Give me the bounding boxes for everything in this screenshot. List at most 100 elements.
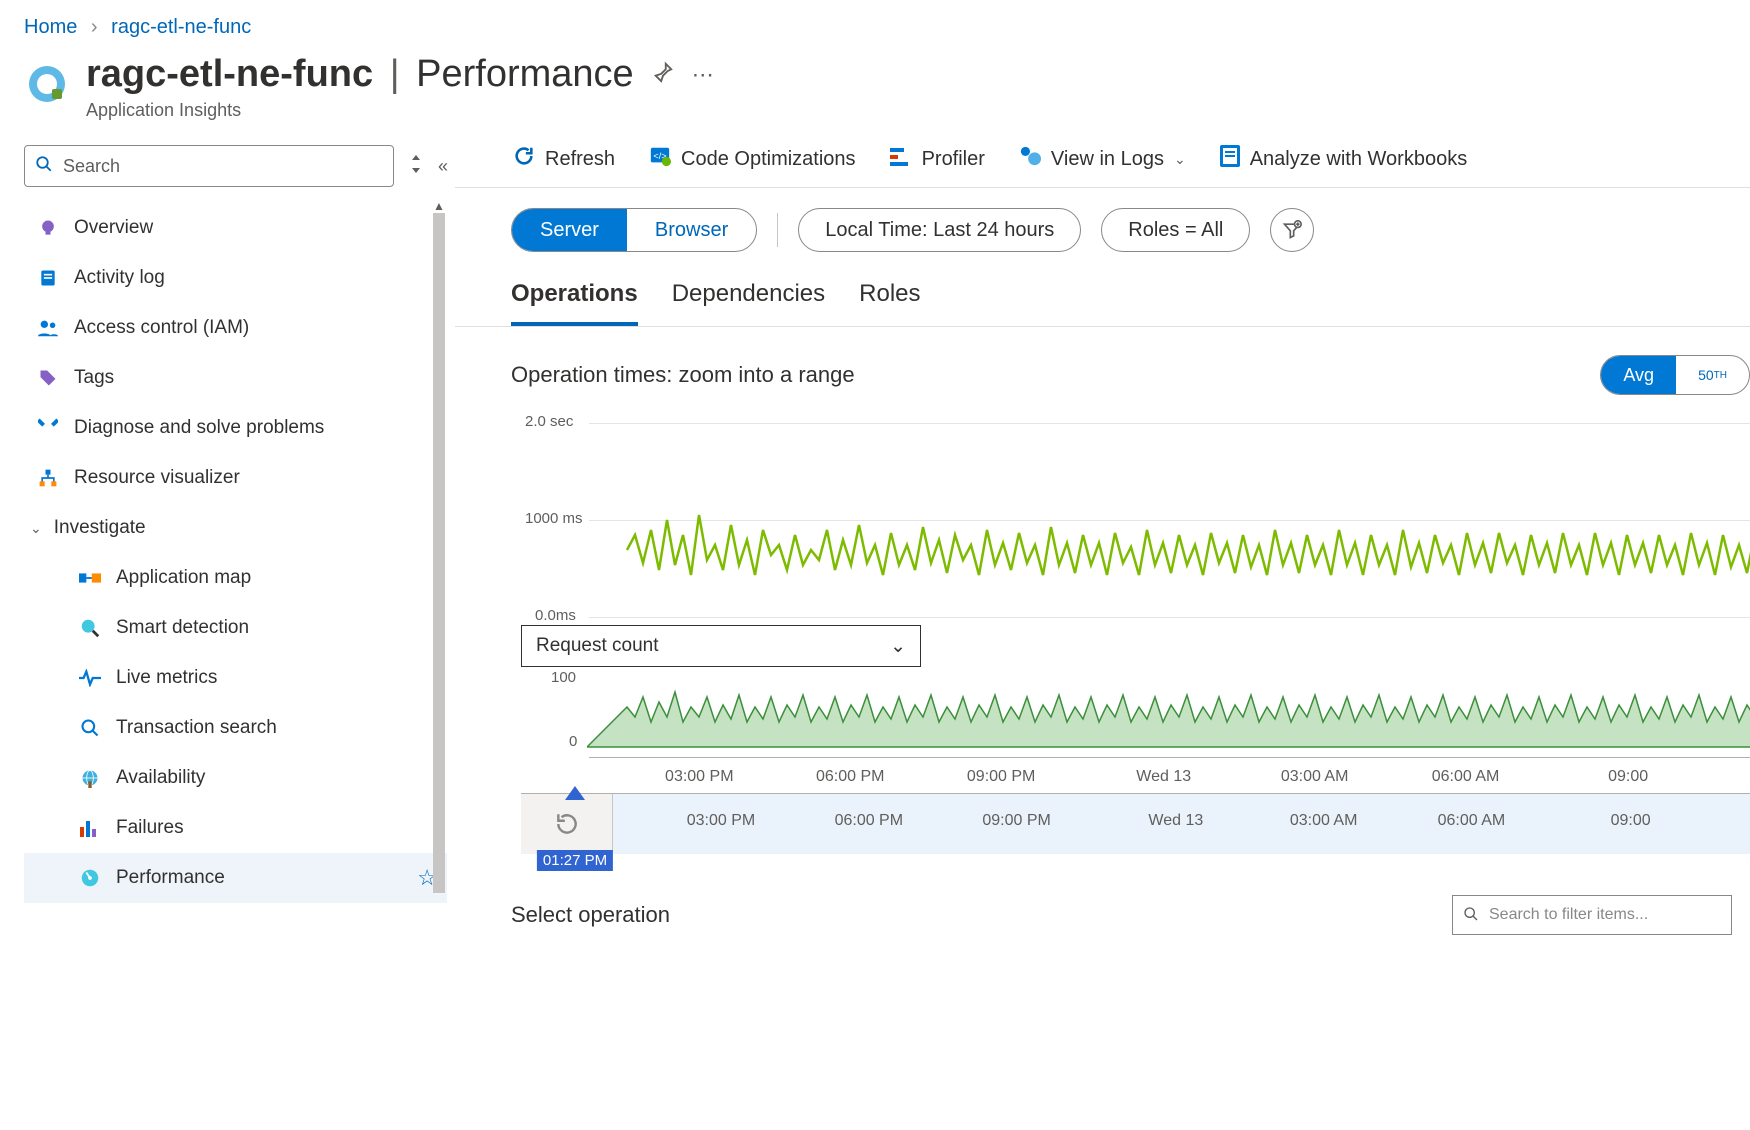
axis-tick: 09:00 PM — [982, 812, 1050, 830]
nav-label: Failures — [116, 817, 184, 839]
section-investigate[interactable]: ⌄ Investigate — [24, 503, 447, 553]
nav-overview[interactable]: Overview — [24, 203, 447, 253]
scroll-up-icon[interactable]: ▲ — [431, 203, 447, 213]
select-label: Request count — [536, 635, 659, 657]
y-label: 2.0 sec — [525, 413, 573, 430]
collapse-icon[interactable]: « — [438, 156, 448, 177]
select-operation-title: Select operation — [511, 902, 670, 928]
nav-diagnose[interactable]: Diagnose and solve problems — [24, 403, 447, 453]
page-subtitle: Application Insights — [86, 100, 714, 121]
axis-tick: 06:00 PM — [835, 812, 903, 830]
tab-dependencies[interactable]: Dependencies — [672, 270, 825, 326]
view-in-logs-button[interactable]: View in Logs ⌄ — [1019, 145, 1186, 173]
operation-times-chart[interactable]: 2.0 sec 1000 ms 0.0ms — [521, 415, 1750, 625]
nav-label: Performance — [116, 867, 225, 889]
chart-title: Operation times: zoom into a range — [511, 362, 855, 388]
chevron-down-icon: ⌄ — [1174, 151, 1186, 168]
code-icon: </> — [649, 145, 671, 173]
analyze-workbooks-button[interactable]: Analyze with Workbooks — [1220, 145, 1468, 173]
search-icon — [78, 718, 102, 738]
nav-label: Live metrics — [116, 667, 217, 689]
operation-filter[interactable] — [1452, 895, 1732, 935]
sidebar-nav: ▲ Overview Activity log Access control (… — [24, 203, 447, 1105]
y-label: 1000 ms — [525, 510, 583, 527]
nav-tags[interactable]: Tags — [24, 353, 447, 403]
nav-label: Application map — [116, 567, 251, 589]
sidebar-search[interactable] — [24, 145, 394, 187]
main-content: Refresh </> Code Optimizations Profiler … — [455, 145, 1750, 1105]
sidebar-search-input[interactable] — [63, 156, 383, 177]
hierarchy-icon — [36, 468, 60, 488]
nav-label: Tags — [74, 367, 114, 389]
nav-label: Activity log — [74, 267, 165, 289]
y-label: 100 — [551, 669, 576, 686]
perf-icon — [78, 867, 102, 889]
tab-roles[interactable]: Roles — [859, 270, 920, 326]
nav-access-control[interactable]: Access control (IAM) — [24, 303, 447, 353]
browser-segment[interactable]: Browser — [627, 209, 756, 251]
axis-tick: 03:00 AM — [1290, 812, 1358, 830]
refresh-icon — [513, 145, 535, 173]
toolbar-label: Code Optimizations — [681, 148, 856, 171]
axis-tick: 09:00 — [1611, 812, 1651, 830]
breadcrumb: Home › ragc-etl-ne-func — [0, 0, 1750, 49]
time-range-filter[interactable]: Local Time: Last 24 hours — [798, 208, 1081, 252]
chart-section: Operation times: zoom into a range Avg 5… — [455, 327, 1750, 935]
undo-zoom-button[interactable] — [521, 794, 613, 854]
scrollbar-thumb[interactable] — [433, 213, 445, 893]
nav-label: Access control (IAM) — [74, 317, 249, 339]
nav-label: Overview — [74, 217, 153, 239]
nav-resource-visualizer[interactable]: Resource visualizer — [24, 453, 447, 503]
time-brush[interactable]: 01:27 PM 03:00 PM 06:00 PM 09:00 PM Wed … — [521, 793, 1750, 853]
operation-filter-input[interactable] — [1489, 906, 1721, 924]
agg-avg[interactable]: Avg — [1601, 356, 1676, 394]
breadcrumb-resource[interactable]: ragc-etl-ne-func — [111, 16, 251, 38]
content-tabs: Operations Dependencies Roles — [455, 270, 1750, 327]
app-insights-icon — [26, 63, 68, 105]
wrench-icon — [36, 418, 60, 438]
nav-smart-detection[interactable]: Smart detection — [24, 603, 447, 653]
toolbar-label: Analyze with Workbooks — [1250, 148, 1468, 171]
area-chart-svg — [587, 667, 1750, 757]
nav-performance[interactable]: Performance ☆ — [24, 853, 447, 903]
brush-timestamp: 01:27 PM — [537, 850, 613, 871]
more-icon[interactable]: ⋯ — [692, 62, 714, 88]
nav-label: Resource visualizer — [74, 467, 240, 489]
code-optimizations-button[interactable]: </> Code Optimizations — [649, 145, 856, 173]
nav-label: Transaction search — [116, 717, 277, 739]
axis-tick: 09:00 — [1608, 768, 1648, 786]
section-label: Investigate — [54, 517, 146, 539]
pin-icon[interactable] — [652, 61, 674, 89]
axis-tick: 03:00 AM — [1281, 768, 1349, 786]
profiler-button[interactable]: Profiler — [890, 146, 985, 172]
axis-tick: 06:00 AM — [1432, 768, 1500, 786]
log-icon — [36, 268, 60, 288]
request-count-select[interactable]: Request count ⌄ — [521, 625, 921, 667]
detect-icon — [78, 617, 102, 639]
nav-availability[interactable]: Availability — [24, 753, 447, 803]
server-segment[interactable]: Server — [512, 209, 627, 251]
refresh-button[interactable]: Refresh — [513, 145, 615, 173]
sort-icon[interactable] — [408, 153, 424, 180]
pulse-icon — [78, 669, 102, 687]
nav-application-map[interactable]: Application map — [24, 553, 447, 603]
agg-50th[interactable]: 50TH — [1676, 356, 1749, 394]
server-browser-toggle: Server Browser — [511, 208, 757, 252]
roles-filter[interactable]: Roles = All — [1101, 208, 1250, 252]
breadcrumb-home[interactable]: Home — [24, 16, 77, 38]
nav-transaction-search[interactable]: Transaction search — [24, 703, 447, 753]
nav-failures[interactable]: Failures — [24, 803, 447, 853]
axis-tick: 06:00 PM — [816, 768, 884, 786]
tab-operations[interactable]: Operations — [511, 270, 638, 326]
nav-activity-log[interactable]: Activity log — [24, 253, 447, 303]
axis-tick: Wed 13 — [1136, 768, 1191, 786]
toolbar-label: View in Logs — [1051, 148, 1164, 171]
axis-tick: 03:00 PM — [665, 768, 733, 786]
profiler-icon — [890, 146, 912, 172]
request-count-chart[interactable]: 100 0 — [521, 667, 1750, 757]
brush-handle-left[interactable] — [565, 786, 585, 800]
nav-live-metrics[interactable]: Live metrics — [24, 653, 447, 703]
chevron-down-icon: ⌄ — [890, 635, 906, 658]
add-filter-button[interactable] — [1270, 208, 1314, 252]
tag-icon — [36, 368, 60, 388]
